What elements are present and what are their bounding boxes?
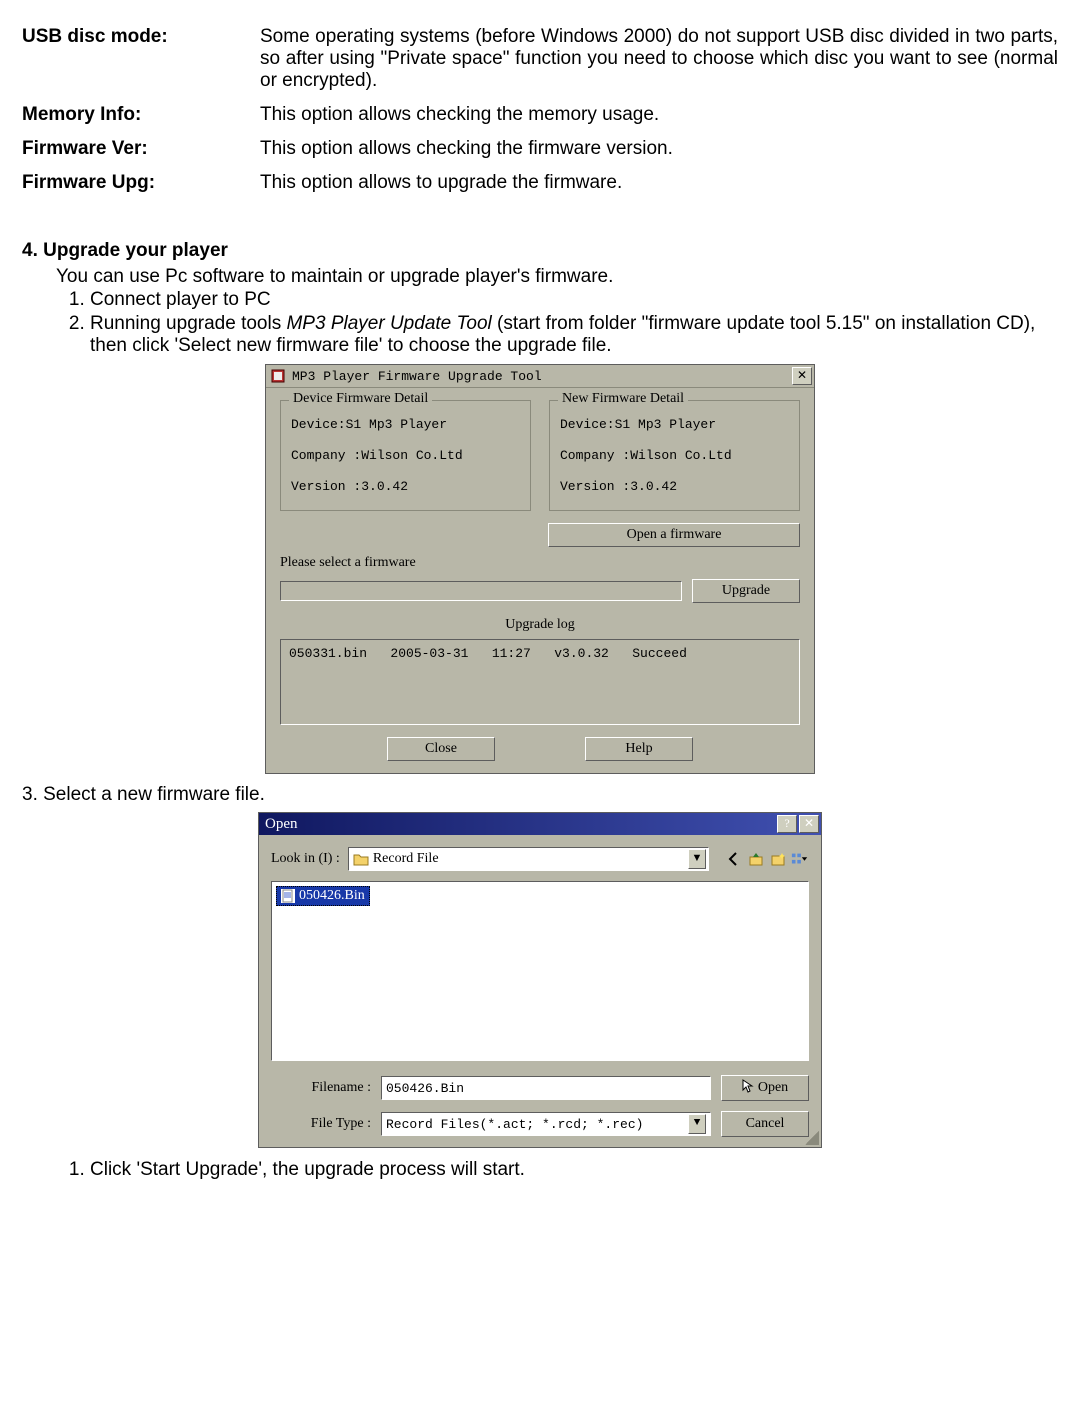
def-desc: This option allows to upgrade the firmwa…: [260, 166, 1058, 200]
open-dialog: Open ? ✕ Look in (I) : Record File ▼: [258, 812, 822, 1148]
resize-grip-icon[interactable]: [805, 1131, 819, 1145]
close-icon[interactable]: ✕: [792, 367, 812, 385]
close-icon[interactable]: ✕: [799, 815, 819, 833]
step-3: 3. Select a new firmware file.: [22, 784, 1058, 806]
lookin-label: Look in (I) :: [271, 851, 340, 867]
titlebar[interactable]: MP3 Player Firmware Upgrade Tool ✕: [266, 365, 814, 388]
open-button[interactable]: Open: [721, 1075, 809, 1101]
device-firmware-group: Device Firmware Detail Device:S1 Mp3 Pla…: [280, 400, 531, 511]
back-icon[interactable]: [725, 850, 743, 868]
def-desc: This option allows checking the memory u…: [260, 98, 1058, 132]
close-button[interactable]: Close: [387, 737, 495, 761]
folder-icon: [353, 852, 369, 866]
help-button[interactable]: Help: [585, 737, 693, 761]
file-name: 050426.Bin: [299, 888, 365, 904]
file-list[interactable]: 050426.Bin: [271, 881, 809, 1061]
open-firmware-button[interactable]: Open a firmware: [548, 523, 800, 547]
window-title: Open: [265, 816, 775, 833]
filename-label: Filename :: [271, 1080, 371, 1096]
step-1: Connect player to PC: [90, 288, 1058, 312]
group-legend: Device Firmware Detail: [289, 391, 432, 407]
final-step: Click 'Start Upgrade', the upgrade proce…: [90, 1158, 1058, 1182]
def-label: Memory Info:: [22, 98, 260, 132]
new-folder-icon[interactable]: [769, 850, 787, 868]
def-label: Firmware Ver:: [22, 132, 260, 166]
device-row: Device:S1 Mp3 Player: [291, 417, 520, 432]
def-desc: Some operating systems (before Windows 2…: [260, 20, 1058, 98]
company-row: Company :Wilson Co.Ltd: [291, 448, 520, 463]
filename-input[interactable]: 050426.Bin: [381, 1076, 711, 1100]
progress-bar: [280, 581, 682, 601]
upgrade-log: 050331.bin 2005-03-31 11:27 v3.0.32 Succ…: [280, 639, 800, 725]
app-icon: [270, 368, 286, 384]
definitions-table: USB disc mode: Some operating systems (b…: [22, 20, 1058, 200]
status-message: Please select a firmware: [280, 555, 800, 571]
final-step-list: Click 'Start Upgrade', the upgrade proce…: [22, 1158, 1058, 1182]
lookin-combo[interactable]: Record File ▼: [348, 847, 709, 871]
step-2: Running upgrade tools MP3 Player Update …: [90, 312, 1058, 358]
toolbar-icons: [725, 850, 809, 868]
def-label: Firmware Upg:: [22, 166, 260, 200]
chevron-down-icon[interactable]: ▼: [688, 849, 706, 869]
help-icon[interactable]: ?: [777, 815, 797, 833]
def-label: USB disc mode:: [22, 20, 260, 98]
titlebar[interactable]: Open ? ✕: [259, 813, 821, 835]
def-desc: This option allows checking the firmware…: [260, 132, 1058, 166]
filetype-label: File Type :: [271, 1116, 371, 1132]
new-firmware-group: New Firmware Detail Device:S1 Mp3 Player…: [549, 400, 800, 511]
steps-list: Connect player to PC Running upgrade too…: [22, 288, 1058, 358]
version-row: Version :3.0.42: [291, 479, 520, 494]
group-legend: New Firmware Detail: [558, 391, 688, 407]
section-title: 4. Upgrade your player: [22, 240, 1058, 262]
section-intro: You can use Pc software to maintain or u…: [22, 266, 1058, 288]
company-row: Company :Wilson Co.Ltd: [560, 448, 789, 463]
chevron-down-icon[interactable]: ▼: [688, 1114, 706, 1134]
filetype-combo[interactable]: Record Files(*.act; *.rcd; *.rec) ▼: [381, 1112, 711, 1136]
version-row: Version :3.0.42: [560, 479, 789, 494]
up-folder-icon[interactable]: [747, 850, 765, 868]
cancel-button[interactable]: Cancel: [721, 1111, 809, 1137]
cursor-icon: [742, 1079, 754, 1098]
document-icon: [281, 889, 295, 903]
log-title: Upgrade log: [280, 617, 800, 633]
upgrade-tool-window: MP3 Player Firmware Upgrade Tool ✕ Devic…: [265, 364, 815, 774]
device-row: Device:S1 Mp3 Player: [560, 417, 789, 432]
file-item[interactable]: 050426.Bin: [276, 886, 370, 906]
window-title: MP3 Player Firmware Upgrade Tool: [292, 369, 790, 384]
upgrade-button[interactable]: Upgrade: [692, 579, 800, 603]
lookin-value: Record File: [373, 851, 688, 867]
view-menu-icon[interactable]: [791, 850, 809, 868]
